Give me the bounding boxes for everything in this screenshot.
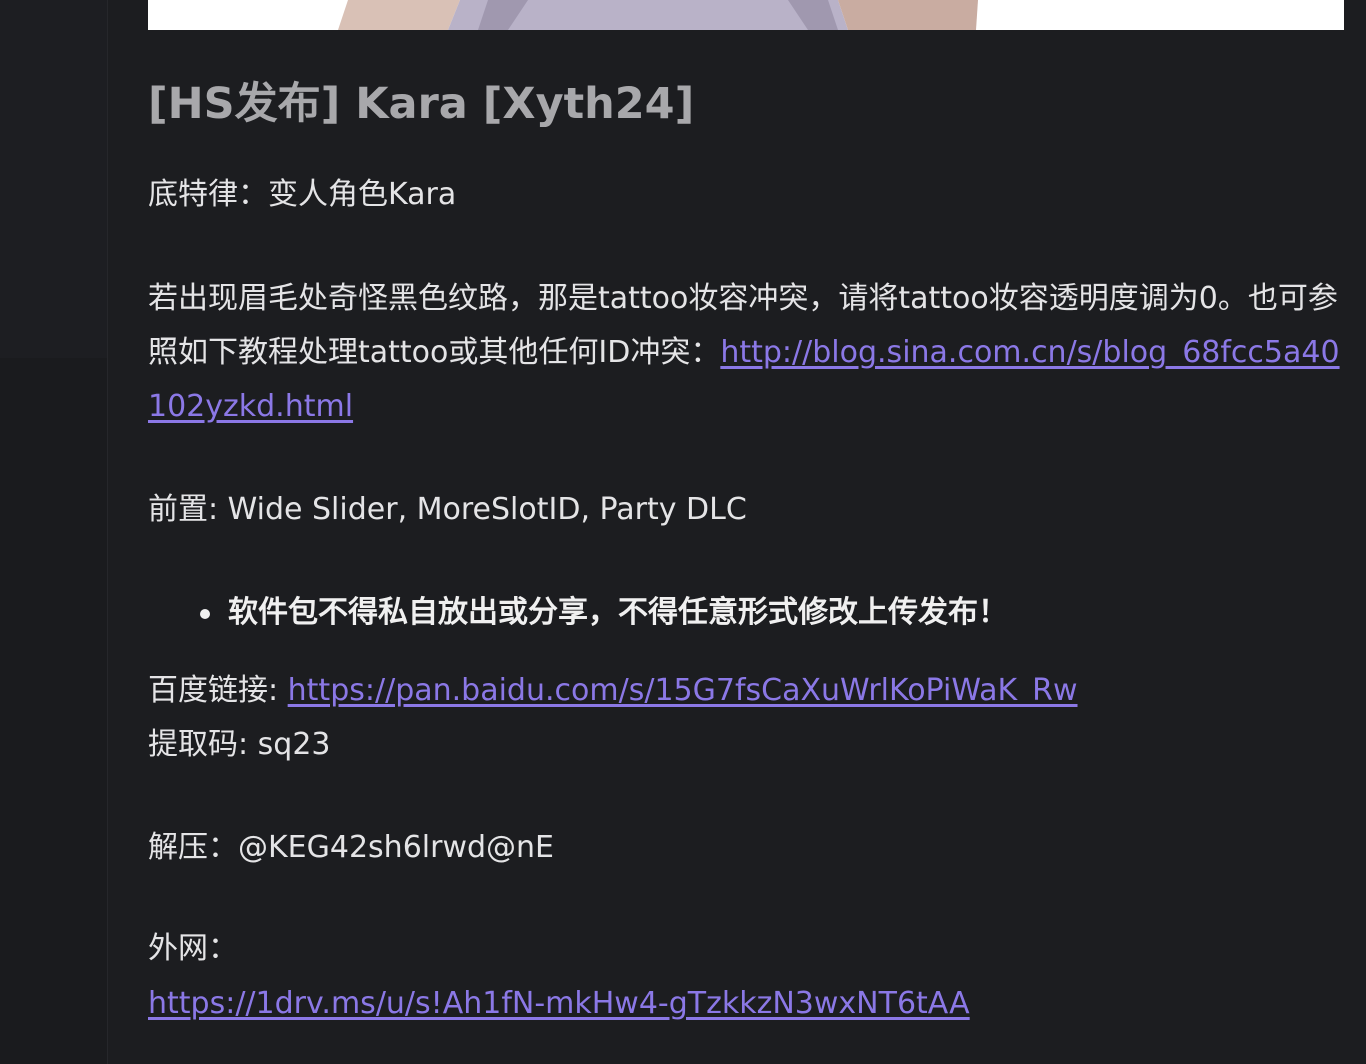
- left-sidebar: [0, 0, 108, 1064]
- notice-paragraph: 若出现眉毛处奇怪黑色纹路，那是tattoo妆容冲突，请将tattoo妆容透明度调…: [148, 272, 1344, 434]
- post-cover-image: [148, 0, 1344, 30]
- baidu-label: 百度链接:: [148, 673, 288, 708]
- extract-code-line: 提取码: sq23: [148, 727, 331, 762]
- onedrive-line: https://1drv.ms/u/s!Ah1fN-mkHw4-gTzkkzN3…: [148, 977, 970, 1031]
- prerequisites-line: 前置: Wide Slider, MoreSlotID, Party DLC: [148, 492, 747, 527]
- warning-text: 软件包不得私自放出或分享，不得任意形式修改上传发布！: [228, 595, 1008, 630]
- warning-bullet-item: 软件包不得私自放出或分享，不得任意形式修改上传发布！: [200, 586, 1008, 640]
- bullet-dot-icon: [200, 608, 210, 619]
- baidu-link[interactable]: https://pan.baidu.com/s/15G7fsCaXuWrlKoP…: [288, 673, 1078, 708]
- character-line: 底特律：变人角色Kara: [148, 177, 457, 212]
- sidebar-upper-panel: [0, 0, 107, 358]
- post-title: [HS发布] Kara [Xyth24]: [148, 79, 695, 129]
- external-label: 外网：: [148, 931, 238, 966]
- baidu-line: 百度链接: https://pan.baidu.com/s/15G7fsCaXu…: [148, 664, 1078, 718]
- post-content: [HS发布] Kara [Xyth24] 底特律：变人角色Kara 若出现眉毛处…: [148, 0, 1344, 1064]
- cover-image-figure: [148, 0, 1344, 30]
- unzip-password-line: 解压：@KEG42sh6lrwd@nE: [148, 830, 554, 865]
- onedrive-link[interactable]: https://1drv.ms/u/s!Ah1fN-mkHw4-gTzkkzN3…: [148, 986, 970, 1021]
